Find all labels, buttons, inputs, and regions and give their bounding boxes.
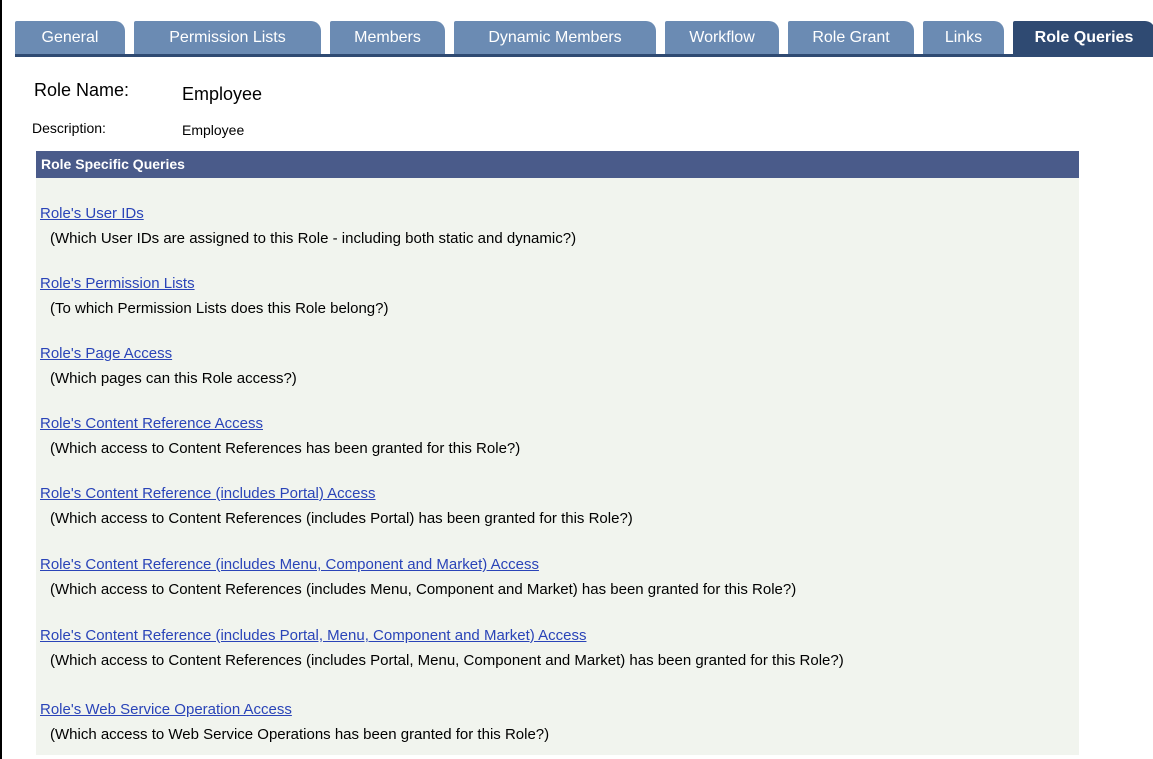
query-desc-content-reference-menu-component-market: (Which access to Content References (inc… bbox=[50, 581, 797, 598]
query-desc-permission-lists: (To which Permission Lists does this Rol… bbox=[50, 300, 389, 317]
section-header: Role Specific Queries bbox=[36, 151, 1079, 178]
tab-general[interactable]: General bbox=[15, 21, 125, 54]
tab-members[interactable]: Members bbox=[330, 21, 445, 54]
tab-permission-lists[interactable]: Permission Lists bbox=[134, 21, 321, 54]
query-link-content-reference-access[interactable]: Role's Content Reference Access bbox=[40, 415, 263, 432]
query-link-page-access[interactable]: Role's Page Access bbox=[40, 345, 172, 362]
tab-role-queries[interactable]: Role Queries bbox=[1013, 21, 1153, 57]
query-desc-content-reference-portal-menu-component-market: (Which access to Content References (inc… bbox=[50, 652, 844, 669]
query-link-content-reference-portal-menu-component-market[interactable]: Role's Content Reference (includes Porta… bbox=[40, 627, 586, 644]
role-name-label: Role Name: bbox=[34, 80, 130, 100]
tab-workflow[interactable]: Workflow bbox=[665, 21, 779, 54]
query-link-user-ids[interactable]: Role's User IDs bbox=[40, 205, 144, 222]
query-desc-content-reference-portal: (Which access to Content References (inc… bbox=[50, 510, 633, 527]
tab-links[interactable]: Links bbox=[923, 21, 1004, 54]
query-desc-web-service-operation-access: (Which access to Web Service Operations … bbox=[50, 726, 550, 743]
role-specific-queries-section: Role Specific Queries Role's User IDs (W… bbox=[36, 151, 1079, 755]
query-link-permission-lists[interactable]: Role's Permission Lists bbox=[40, 275, 195, 292]
query-link-content-reference-menu-component-market[interactable]: Role's Content Reference (includes Menu,… bbox=[40, 556, 539, 573]
role-queries-page: General Permission Lists Members Dynamic… bbox=[0, 0, 1153, 759]
role-name-value: Employee bbox=[182, 84, 263, 104]
description-value: Employee bbox=[182, 122, 245, 138]
query-desc-page-access: (Which pages can this Role access?) bbox=[50, 370, 297, 387]
query-link-web-service-operation-access[interactable]: Role's Web Service Operation Access bbox=[40, 701, 292, 718]
tab-bar: General Permission Lists Members Dynamic… bbox=[15, 21, 1153, 57]
tab-dynamic-members[interactable]: Dynamic Members bbox=[454, 21, 656, 54]
query-desc-user-ids: (Which User IDs are assigned to this Rol… bbox=[50, 230, 577, 247]
description-label: Description: bbox=[32, 120, 106, 136]
tab-role-grant[interactable]: Role Grant bbox=[788, 21, 914, 54]
query-link-content-reference-portal[interactable]: Role's Content Reference (includes Porta… bbox=[40, 485, 376, 502]
query-desc-content-reference-access: (Which access to Content References has … bbox=[50, 440, 521, 457]
